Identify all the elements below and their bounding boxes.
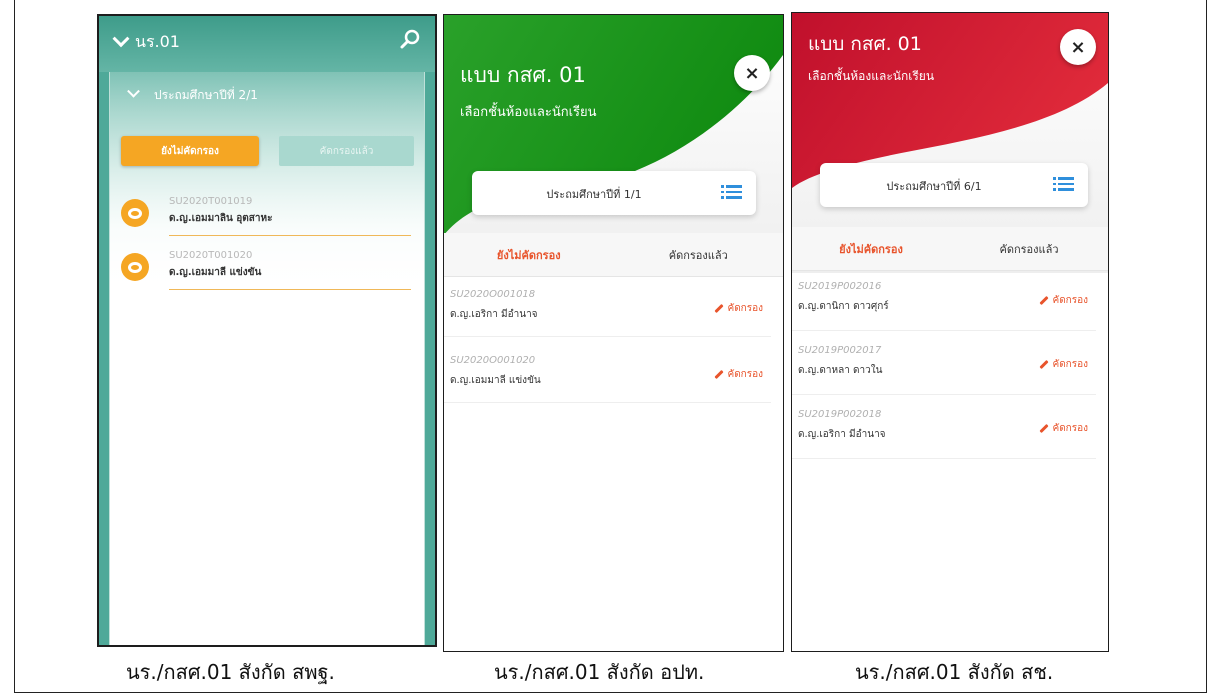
class-label: ประถมศึกษาปีที่ 2/1 [154,88,258,102]
tab-pending[interactable]: ยังไม่คัดกรอง [792,227,950,270]
list-item[interactable]: SU2019P002018 ด.ญ.เอริกา มีอำนาจ คัดกรอง [792,399,1096,459]
student-name: ด.ญ.เอมมาลิน อุตสาหะ [169,213,273,224]
pencil-icon [1038,423,1049,434]
list-item[interactable]: SU2020T001019 ด.ญ.เอมมาลิน อุตสาหะ [121,192,411,236]
close-icon[interactable]: × [734,55,770,91]
class-selector[interactable]: ประถมศึกษาปีที่ 6/1 [820,163,1088,207]
student-code: SU2019P002017 [798,345,882,356]
screen-button[interactable]: คัดกรอง [713,301,764,316]
student-code: SU2019P002016 [798,281,882,292]
screen-button[interactable]: คัดกรอง [713,367,764,382]
caption-screen-1: นร./กสศ.01 สังกัด สพฐ. [126,660,335,684]
class-selector-label: ประถมศึกษาปีที่ 6/1 [886,180,982,193]
student-code: SU2020T001020 [169,250,253,261]
caption-screen-2: นร./กสศ.01 สังกัด อปท. [494,660,705,684]
form-title: แบบ กสศ. 01 [808,33,922,55]
screen-button-label: คัดกรอง [1052,423,1089,434]
student-name: ด.ญ.ดานิกา ดาวศุกร์ [798,301,889,312]
list-item[interactable]: SU2019P002017 ด.ญ.ดาหลา ดาวใน คัดกรอง [792,335,1096,395]
screen-3: แบบ กสศ. 01 เลือกชั้นห้องและนักเรียน × ป… [791,12,1109,652]
form-title: นร.01 [135,32,180,51]
screen-button-label: คัดกรอง [727,369,764,380]
close-icon[interactable]: × [1060,29,1096,65]
screen-button-label: คัดกรอง [1052,359,1089,370]
student-code: SU2019P002018 [798,409,882,420]
caption-screen-3: นร./กสศ.01 สังกัด สช. [855,660,1054,684]
pencil-icon [1038,359,1049,370]
class-dropdown-header[interactable]: นร.01 [112,29,180,55]
class-selector-label: ประถมศึกษาปีที่ 1/1 [546,188,642,201]
rail-right [425,72,435,645]
list-item[interactable]: SU2020O001020 ด.ญ.เอมมาลี แข่งขัน คัดกรอ… [444,345,771,403]
screen-1: นร.01 ประถมศึกษาปีที่ 2/1 ยังไม่คัดกรอง … [97,14,437,647]
pencil-icon [1038,295,1049,306]
screen-button-label: คัดกรอง [727,303,764,314]
avatar [121,199,149,227]
student-name: ด.ญ.เอมมาลี แข่งขัน [450,375,541,386]
screen-button[interactable]: คัดกรอง [1038,293,1089,308]
list-item[interactable]: SU2020T001020 ด.ญ.เอมมาลี แข่งขัน [121,246,411,290]
tab-done[interactable]: คัดกรองแล้ว [614,233,784,276]
screen-button-label: คัดกรอง [1052,295,1089,306]
student-name: ด.ญ.เอมมาลี แข่งขัน [169,267,262,278]
class-group-toggle[interactable]: ประถมศึกษาปีที่ 2/1 [127,84,258,105]
student-code: SU2020T001019 [169,196,253,207]
tab-pending[interactable]: ยังไม่คัดกรอง [444,233,614,276]
tab-done[interactable]: คัดกรองแล้ว [950,227,1108,270]
chevron-down-icon [112,29,130,47]
tab-pending[interactable]: ยังไม่คัดกรอง [121,136,259,166]
screen-2: แบบ กสศ. 01 เลือกชั้นห้องและนักเรียน × ป… [443,14,784,652]
form-subtitle: เลือกชั้นห้องและนักเรียน [460,105,597,120]
tab-done[interactable]: คัดกรองแล้ว [279,136,414,166]
list-item[interactable]: SU2019P002016 ด.ญ.ดานิกา ดาวศุกร์ คัดกรอ… [792,271,1096,331]
pencil-icon [713,369,724,380]
status-tabs: ยังไม่คัดกรอง คัดกรองแล้ว [792,227,1108,271]
student-code: SU2020O001018 [450,289,536,300]
screen-button[interactable]: คัดกรอง [1038,357,1089,372]
list-item[interactable]: SU2020O001018 ด.ญ.เอริกา มีอำนาจ คัดกรอง [444,279,771,337]
list-icon [721,185,742,201]
chevron-down-icon [127,84,140,98]
student-name: ด.ญ.เอริกา มีอำนาจ [798,429,886,440]
rail-left [99,72,109,645]
avatar [121,253,149,281]
form-title: แบบ กสศ. 01 [460,63,586,87]
student-name: ด.ญ.เอริกา มีอำนาจ [450,309,538,320]
student-code: SU2020O001020 [450,355,536,366]
screen-button[interactable]: คัดกรอง [1038,421,1089,436]
class-selector[interactable]: ประถมศึกษาปีที่ 1/1 [472,171,756,215]
search-icon[interactable] [399,28,421,50]
list-icon [1053,177,1074,193]
pencil-icon [713,303,724,314]
status-tabs: ยังไม่คัดกรอง คัดกรองแล้ว [444,233,783,277]
form-subtitle: เลือกชั้นห้องและนักเรียน [808,69,935,83]
student-name: ด.ญ.ดาหลา ดาวใน [798,365,883,376]
